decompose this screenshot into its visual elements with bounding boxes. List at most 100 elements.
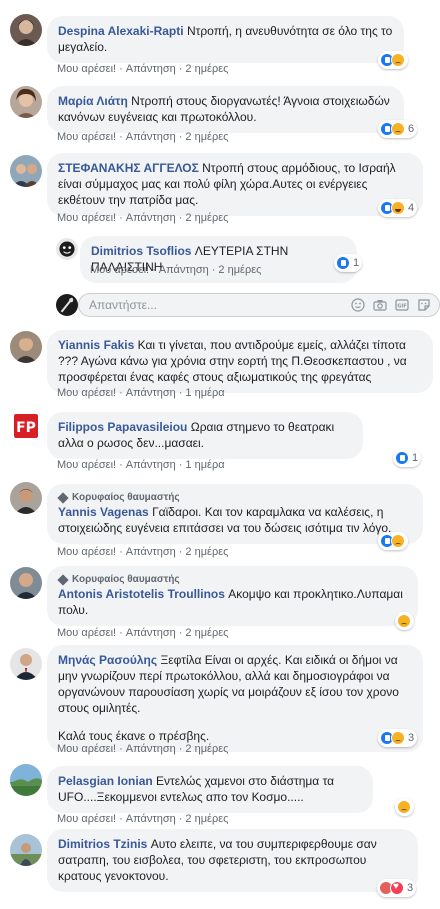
- like-link[interactable]: Μου αρέσει!: [57, 63, 116, 75]
- comment-timestamp[interactable]: 2 ημέρες: [185, 546, 228, 558]
- gif-icon[interactable]: GIF: [395, 298, 409, 312]
- comment-timestamp[interactable]: 1 ημέρα: [185, 387, 224, 399]
- separator: ·: [178, 63, 183, 75]
- like-link[interactable]: Μου αρέσει!: [57, 459, 116, 471]
- separator: ·: [178, 212, 183, 224]
- reply-link[interactable]: Απάντηση: [126, 743, 176, 755]
- avatar[interactable]: [10, 482, 42, 514]
- comment-author[interactable]: ΣΤΕΦΑΝΑΚΗΣ ΑΓΓΕΛΟΣ: [58, 161, 199, 175]
- sad-reaction-icon: [391, 534, 405, 548]
- comment-timestamp[interactable]: 2 ημέρες: [185, 212, 228, 224]
- avatar[interactable]: [10, 764, 42, 796]
- composer-icons: GIF: [351, 298, 431, 312]
- reactions-summary[interactable]: 3: [378, 729, 418, 747]
- separator: ·: [119, 212, 123, 224]
- avatar[interactable]: FP: [10, 410, 42, 442]
- reply-link[interactable]: Απάντηση: [126, 63, 176, 75]
- diamond-icon: [57, 573, 69, 586]
- avatar[interactable]: [10, 86, 42, 118]
- comment-timestamp[interactable]: 2 ημέρες: [185, 743, 228, 755]
- reply-composer[interactable]: GIF: [78, 293, 440, 317]
- like-link[interactable]: Μου αρέσει!: [57, 212, 116, 224]
- comment-author[interactable]: Μαρία Λιάτη: [58, 94, 128, 108]
- reactions-summary[interactable]: 1: [393, 449, 422, 467]
- reactions-summary[interactable]: 4: [378, 199, 418, 217]
- comment-actions: Μου αρέσει! · Απάντηση · 1 ημέρα: [57, 386, 225, 400]
- comment-timestamp[interactable]: 2 ημέρες: [185, 63, 228, 75]
- reaction-count: 4: [408, 202, 415, 214]
- reply-input[interactable]: [89, 297, 289, 313]
- separator: ·: [119, 627, 123, 639]
- like-link[interactable]: Μου αρέσει!: [57, 813, 116, 825]
- like-link[interactable]: Μου αρέσει!: [90, 264, 149, 276]
- avatar[interactable]: [10, 567, 42, 599]
- comment-actions: Μου αρέσει! · Απάντηση · 2 ημέρες: [57, 742, 228, 756]
- like-reaction-icon: [336, 256, 350, 270]
- comment-actions: Μου αρέσει! · Απάντηση · 2 ημέρες: [57, 62, 228, 76]
- comment-author[interactable]: Yiannis Fakis: [58, 338, 134, 352]
- sticker-icon[interactable]: [417, 298, 431, 312]
- avatar[interactable]: [10, 14, 42, 46]
- separator: ·: [119, 131, 123, 143]
- reactions-summary[interactable]: [395, 798, 414, 816]
- reply-link[interactable]: Απάντηση: [126, 459, 176, 471]
- comment-bubble: ΣΤΕΦΑΝΑΚΗΣ ΑΓΓΕΛΟΣ Ντροπή στους αρμόδιου…: [47, 153, 423, 216]
- comment-author[interactable]: Antonis Aristotelis Troullinos: [58, 587, 225, 601]
- comment-author[interactable]: Pelasgian Ionian: [58, 774, 153, 788]
- comment-timestamp[interactable]: 2 ημέρες: [218, 264, 261, 276]
- comment-timestamp[interactable]: 2 ημέρες: [185, 131, 228, 143]
- separator: ·: [178, 627, 183, 639]
- comment-actions: Μου αρέσει! · Απάντηση · 2 ημέρες: [57, 545, 228, 559]
- reactions-summary[interactable]: 3: [377, 879, 417, 897]
- comment-author[interactable]: Despina Alexaki-Rapti: [58, 24, 184, 38]
- reply-link[interactable]: Απάντηση: [126, 627, 176, 639]
- comment-author[interactable]: Filippos Papavasileiou: [58, 420, 187, 434]
- comment-bubble: Filippos Papavasileiou Ωραια στημενο το …: [47, 412, 363, 459]
- avatar[interactable]: [56, 238, 78, 260]
- avatar[interactable]: [10, 331, 42, 363]
- reply-link[interactable]: Απάντηση: [126, 546, 176, 558]
- separator: ·: [178, 459, 183, 471]
- reactions-summary[interactable]: 6: [378, 120, 418, 138]
- like-link[interactable]: Μου αρέσει!: [57, 627, 116, 639]
- reaction-count: 6: [408, 123, 415, 135]
- like-link[interactable]: Μου αρέσει!: [57, 546, 116, 558]
- reactions-summary[interactable]: [395, 612, 414, 630]
- separator: ·: [178, 813, 183, 825]
- top-fan-label: Κορυφαίος θαυμαστής: [72, 574, 180, 585]
- reaction-count: 3: [407, 882, 414, 894]
- comment-actions: Μου αρέσει! · Απάντηση · 1 ημέρα: [57, 458, 225, 472]
- comment-timestamp[interactable]: 2 ημέρες: [185, 627, 228, 639]
- separator: ·: [178, 131, 183, 143]
- comment-bubble: Μηνάς Ρασούλης Ξεφτίλα Είναι οι αρχές. Κ…: [47, 645, 423, 752]
- camera-icon[interactable]: [373, 298, 387, 312]
- like-link[interactable]: Μου αρέσει!: [57, 387, 116, 399]
- comment-timestamp[interactable]: 1 ημέρα: [185, 459, 224, 471]
- avatar[interactable]: [10, 834, 42, 866]
- comment-author[interactable]: Μηνάς Ρασούλης: [58, 653, 157, 667]
- reply-link[interactable]: Απάντηση: [126, 387, 176, 399]
- like-link[interactable]: Μου αρέσει!: [57, 131, 116, 143]
- reactions-summary[interactable]: [378, 51, 408, 69]
- comment-bubble: Dimitrios Tzinis Αυτο ελειπε, να του συμ…: [47, 829, 418, 892]
- reply-link[interactable]: Απάντηση: [126, 212, 176, 224]
- reaction-count: 3: [408, 732, 415, 744]
- reply-link[interactable]: Απάντηση: [159, 264, 209, 276]
- sad-reaction-icon: [397, 800, 411, 814]
- reactions-summary[interactable]: [378, 532, 408, 550]
- comment-author[interactable]: Dimitrios Tzinis: [58, 837, 147, 851]
- comment-author[interactable]: Yannis Vagenas: [58, 505, 149, 519]
- comment-timestamp[interactable]: 2 ημέρες: [185, 813, 228, 825]
- comment-bubble: Μαρία Λιάτη Ντροπή στους διοργανωτές! Άγ…: [47, 86, 404, 133]
- top-fan-badge: Κορυφαίος θαυμαστής: [57, 573, 407, 586]
- reply-link[interactable]: Απάντηση: [126, 813, 176, 825]
- avatar[interactable]: [10, 155, 42, 187]
- comment-actions: Μου αρέσει! · Απάντηση · 2 ημέρες: [57, 626, 228, 640]
- separator: ·: [119, 546, 123, 558]
- like-link[interactable]: Μου αρέσει!: [57, 743, 116, 755]
- avatar[interactable]: [10, 648, 42, 680]
- emoji-icon[interactable]: [351, 298, 365, 312]
- reactions-summary[interactable]: 1: [334, 254, 363, 272]
- comment-author[interactable]: Dimitrios Tsoflios: [91, 244, 191, 258]
- reply-link[interactable]: Απάντηση: [126, 131, 176, 143]
